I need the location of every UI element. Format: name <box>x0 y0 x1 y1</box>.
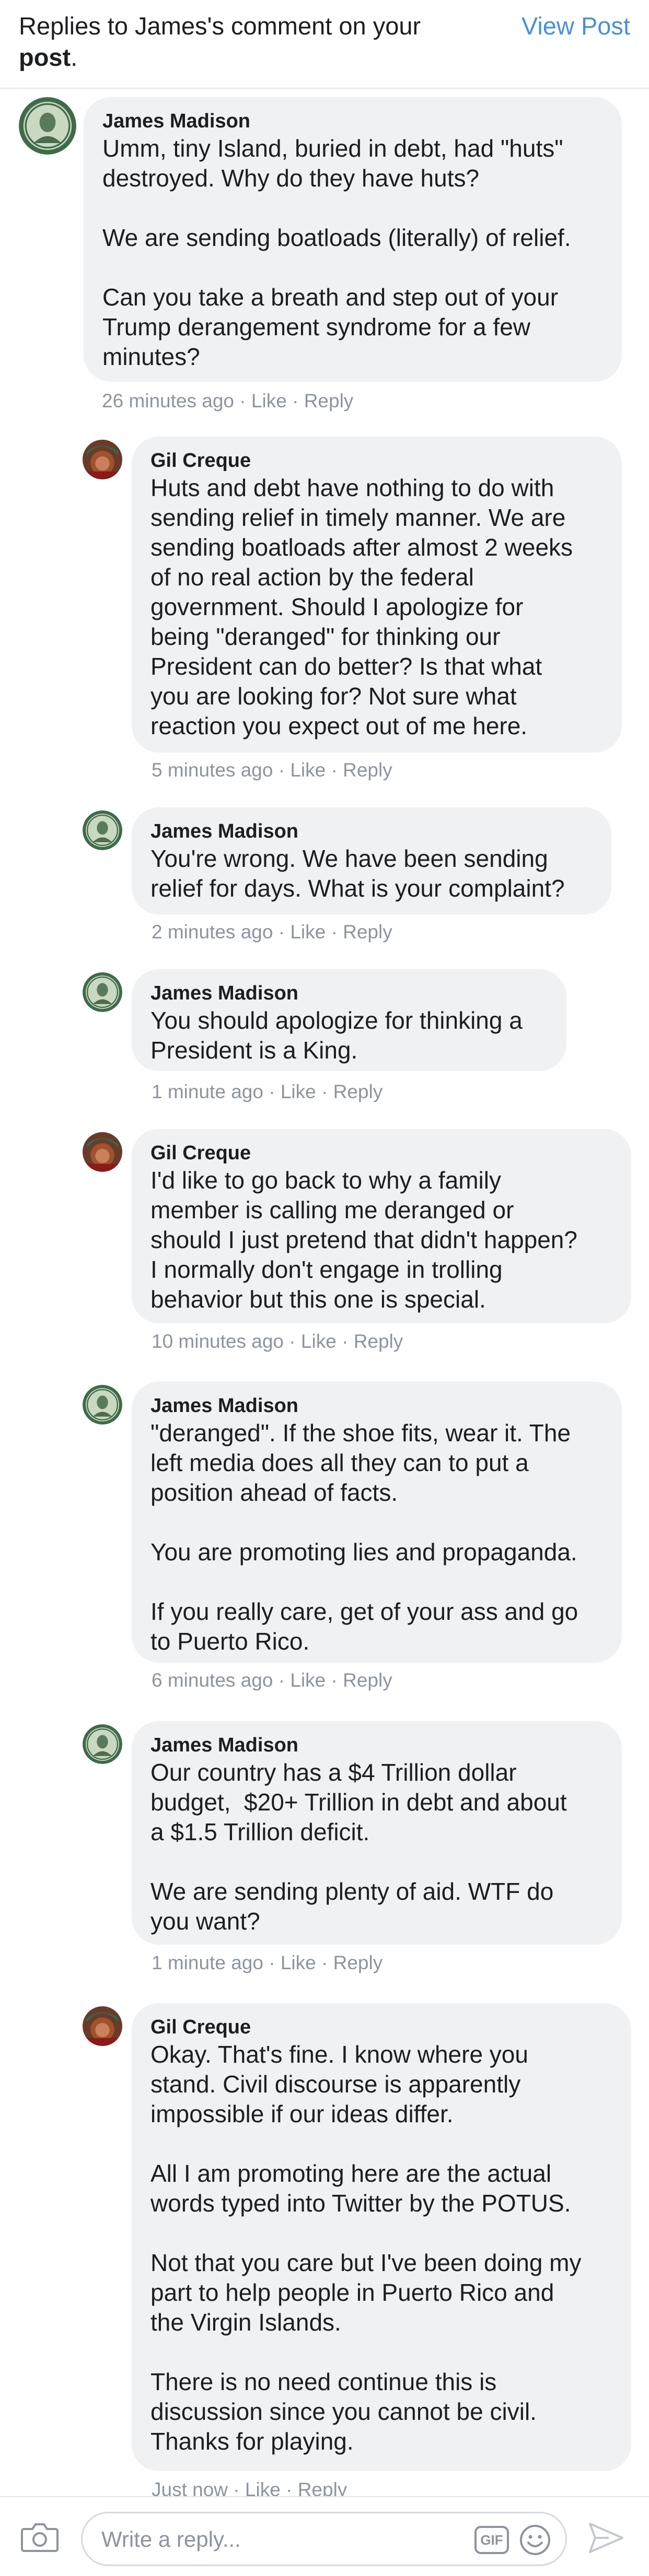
comment-timestamp[interactable]: 5 minutes ago <box>152 759 273 781</box>
comment-author[interactable]: James Madison <box>150 1393 603 1418</box>
comment-timestamp[interactable]: 6 minutes ago <box>152 1669 273 1691</box>
comment-text: Umm, tiny Island, buried in debt, had "h… <box>102 135 571 370</box>
comment-text: You're wrong. We have been sending relie… <box>150 845 565 902</box>
james-madison-avatar-icon[interactable] <box>83 1724 122 1764</box>
comment-meta: 1 minute ago · Like · Reply <box>152 1952 383 1973</box>
gil-creque-avatar-icon[interactable] <box>83 440 122 479</box>
comment-bubble[interactable]: Gil Creque Huts and debt have nothing to … <box>132 437 622 752</box>
comment-author[interactable]: Gil Creque <box>150 2015 612 2040</box>
reply-composer: GIF <box>0 2496 649 2576</box>
comment-bubble[interactable]: James Madison Our country has a $4 Trilli… <box>132 1721 622 1945</box>
comment-meta: 2 minutes ago · Like · Reply <box>152 921 392 943</box>
comment-meta: 26 minutes ago · Like · Reply <box>102 390 354 411</box>
comment-meta: 5 minutes ago · Like · Reply <box>152 759 392 781</box>
comment-bubble[interactable]: Gil Creque I'd like to go back to why a f… <box>132 1129 631 1323</box>
comment-author[interactable]: James Madison <box>102 109 603 134</box>
gil-creque-avatar-icon[interactable] <box>83 1132 122 1172</box>
comment-bubble[interactable]: James Madison "deranged". If the shoe fit… <box>132 1382 622 1663</box>
like-link[interactable]: Like <box>290 759 326 781</box>
emoji-icon[interactable] <box>519 2524 551 2556</box>
gil-creque-avatar-icon[interactable] <box>83 2006 122 2046</box>
reply-link[interactable]: Reply <box>333 1952 383 1973</box>
header: Replies to James's comment on your post.… <box>0 0 649 89</box>
reply-link[interactable]: Reply <box>333 1081 383 1102</box>
reply-input-box[interactable]: GIF <box>81 2512 567 2566</box>
reply-link[interactable]: Reply <box>343 1669 392 1691</box>
like-link[interactable]: Like <box>290 1669 326 1691</box>
view-post-link[interactable]: View Post <box>521 10 630 42</box>
header-title-suffix: . <box>71 43 78 71</box>
comment-meta: 10 minutes ago · Like · Reply <box>152 1331 403 1352</box>
comment-author[interactable]: James Madison <box>150 819 593 844</box>
like-link[interactable]: Like <box>301 1331 337 1352</box>
james-madison-avatar-icon[interactable] <box>83 972 122 1012</box>
comment-author[interactable]: James Madison <box>150 1733 603 1758</box>
comment-meta: 6 minutes ago · Like · Reply <box>152 1669 392 1691</box>
james-madison-avatar-icon[interactable] <box>19 97 76 155</box>
comment-text: Huts and debt have nothing to do with se… <box>150 474 573 739</box>
comment-timestamp[interactable]: 1 minute ago <box>152 1081 263 1102</box>
comment-meta: 1 minute ago · Like · Reply <box>152 1081 383 1102</box>
comment-timestamp[interactable]: 2 minutes ago <box>152 921 273 943</box>
comment-text: Our country has a $4 Trillion dollar bud… <box>150 1759 567 1935</box>
camera-icon[interactable] <box>21 2521 59 2553</box>
reply-link[interactable]: Reply <box>304 390 354 411</box>
like-link[interactable]: Like <box>290 921 326 943</box>
comment-text: I'd like to go back to why a family memb… <box>150 1167 577 1313</box>
gif-button[interactable]: GIF <box>474 2526 509 2554</box>
comment-author[interactable]: Gil Creque <box>150 1140 612 1166</box>
comment-bubble[interactable]: James Madison You should apologize for th… <box>132 969 566 1071</box>
james-madison-avatar-icon[interactable] <box>83 1385 122 1425</box>
post-link[interactable]: post <box>19 43 71 71</box>
comment-author[interactable]: James Madison <box>150 981 548 1006</box>
comment-text: You should apologize for thinking a Pres… <box>150 1007 523 1064</box>
james-madison-avatar-icon[interactable] <box>83 810 122 850</box>
comment-timestamp[interactable]: 1 minute ago <box>152 1952 263 1973</box>
like-link[interactable]: Like <box>281 1952 316 1973</box>
comment-author[interactable]: Gil Creque <box>150 448 603 473</box>
reply-link[interactable]: Reply <box>343 759 392 781</box>
reply-link[interactable]: Reply <box>343 921 392 943</box>
comment-timestamp[interactable]: 10 minutes ago <box>152 1331 284 1352</box>
like-link[interactable]: Like <box>251 390 287 411</box>
comment-bubble[interactable]: James Madison You're wrong. We have been … <box>132 807 611 914</box>
reply-input[interactable] <box>101 2526 415 2553</box>
header-title: Replies to James's comment on your post. <box>19 10 479 73</box>
header-title-prefix: Replies to James's comment on your <box>19 12 421 40</box>
comment-text: Okay. That's fine. I know where you stan… <box>150 2041 582 2455</box>
comment-bubble[interactable]: James Madison Umm, tiny Island, buried in… <box>84 97 622 382</box>
send-icon[interactable] <box>588 2521 624 2555</box>
comment-text: "deranged". If the shoe fits, wear it. T… <box>150 1419 578 1655</box>
comment-bubble[interactable]: Gil Creque Okay. That's fine. I know wher… <box>132 2003 631 2471</box>
like-link[interactable]: Like <box>281 1081 316 1102</box>
reply-link[interactable]: Reply <box>354 1331 403 1352</box>
comment-timestamp[interactable]: 26 minutes ago <box>102 390 234 411</box>
